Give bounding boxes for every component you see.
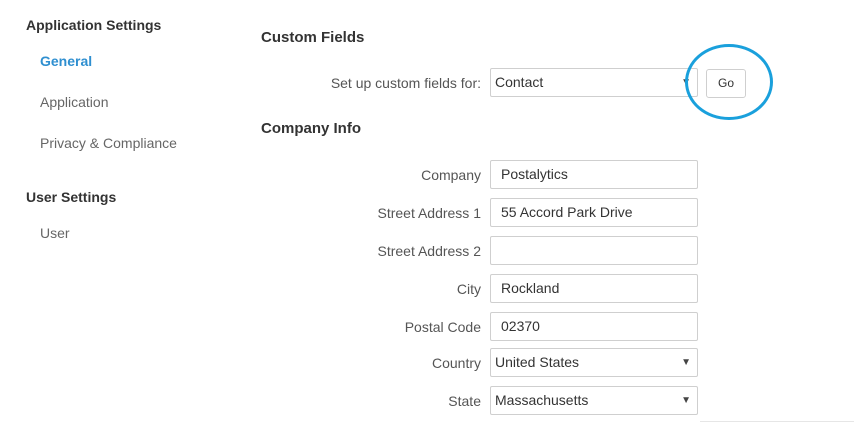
sidebar-item-general[interactable]: General <box>40 53 92 69</box>
custom-fields-for-label: Set up custom fields for: <box>330 75 481 91</box>
country-value: United States <box>495 354 580 370</box>
city-label: City <box>456 281 481 297</box>
country-select[interactable]: United States ▼ <box>490 348 698 377</box>
company-input[interactable]: Postalytics <box>490 160 698 189</box>
settings-sidebar: Application Settings General Application… <box>0 0 230 425</box>
custom-fields-entity-value: Contact <box>495 74 544 90</box>
street-address-1-label: Street Address 1 <box>377 205 481 221</box>
go-button[interactable]: Go <box>706 69 746 98</box>
dropdown-arrow-icon: ▼ <box>681 395 691 406</box>
divider <box>700 421 854 422</box>
postal-code-input[interactable]: 02370 <box>490 312 698 341</box>
dropdown-arrow-icon: ▼ <box>681 77 691 88</box>
sidebar-item-user[interactable]: User <box>40 225 70 241</box>
city-input[interactable]: Rockland <box>490 274 698 303</box>
state-select[interactable]: Massachusetts ▼ <box>490 386 698 415</box>
street-address-2-input[interactable] <box>490 236 698 265</box>
street-address-2-label: Street Address 2 <box>377 243 481 259</box>
state-value: Massachusetts <box>495 392 589 408</box>
street-address-1-input[interactable]: 55 Accord Park Drive <box>490 198 698 227</box>
country-label: Country <box>431 355 481 371</box>
sidebar-item-application[interactable]: Application <box>40 94 109 110</box>
postal-code-label: Postal Code <box>404 319 481 335</box>
dropdown-arrow-icon: ▼ <box>681 357 691 368</box>
sidebar-item-privacy-compliance[interactable]: Privacy & Compliance <box>40 135 177 151</box>
custom-fields-title: Custom Fields <box>261 29 365 46</box>
state-label: State <box>448 393 481 409</box>
company-label: Company <box>421 167 481 183</box>
company-info-title: Company Info <box>261 120 361 137</box>
custom-fields-entity-select[interactable]: Contact ▼ <box>490 68 698 97</box>
application-settings-heading: Application Settings <box>26 17 162 33</box>
user-settings-heading: User Settings <box>26 189 117 205</box>
